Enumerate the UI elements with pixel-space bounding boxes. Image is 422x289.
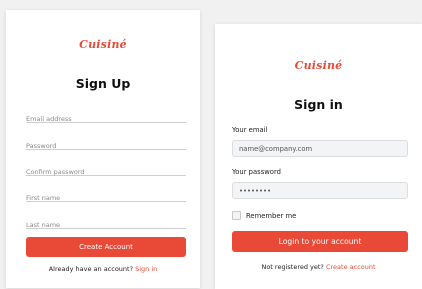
signup-first-name-input[interactable]: [26, 194, 186, 202]
signup-title: Sign Up: [75, 76, 131, 91]
signin-footer-text: Not registered yet?: [261, 263, 324, 271]
signin-password-input[interactable]: [239, 186, 401, 195]
signup-last-name-input[interactable]: [26, 221, 186, 229]
signup-email-field[interactable]: [26, 106, 186, 123]
remember-me-label: Remember me: [246, 211, 297, 220]
remember-me-checkbox[interactable]: [232, 211, 241, 220]
sign-in-link[interactable]: Sign in: [135, 265, 157, 273]
signin-password-field[interactable]: [232, 182, 408, 199]
signin-password-label: Your password: [232, 168, 281, 176]
signup-first-name-field[interactable]: [26, 185, 186, 202]
signup-email-input[interactable]: [26, 115, 186, 123]
signup-footer-text: Already have an account?: [48, 265, 134, 273]
create-account-button[interactable]: Create Account: [26, 237, 186, 257]
signup-confirm-password-field[interactable]: [26, 159, 186, 176]
signin-email-field[interactable]: [232, 140, 408, 157]
signup-card: Cuisiné Sign Up Create Account Already h…: [6, 10, 200, 288]
signup-password-field[interactable]: [26, 133, 186, 150]
signin-footer: Not registered yet? Create account: [215, 263, 422, 271]
signup-confirm-password-input[interactable]: [26, 168, 186, 176]
signup-logo: Cuisiné: [79, 38, 127, 51]
create-account-link[interactable]: Create account: [326, 263, 376, 271]
signin-email-label: Your email: [232, 126, 268, 134]
signin-email-input[interactable]: [239, 144, 401, 153]
login-button[interactable]: Login to your account: [232, 231, 408, 252]
signup-footer: Already have an account? Sign in: [6, 265, 200, 273]
signup-last-name-field[interactable]: [26, 212, 186, 229]
signin-card: Cuisiné Sign in Your email Your password…: [215, 24, 422, 289]
signup-password-input[interactable]: [26, 142, 186, 150]
remember-me-row[interactable]: Remember me: [232, 211, 296, 220]
signin-logo: Cuisiné: [294, 59, 343, 72]
signin-title: Sign in: [294, 97, 343, 112]
